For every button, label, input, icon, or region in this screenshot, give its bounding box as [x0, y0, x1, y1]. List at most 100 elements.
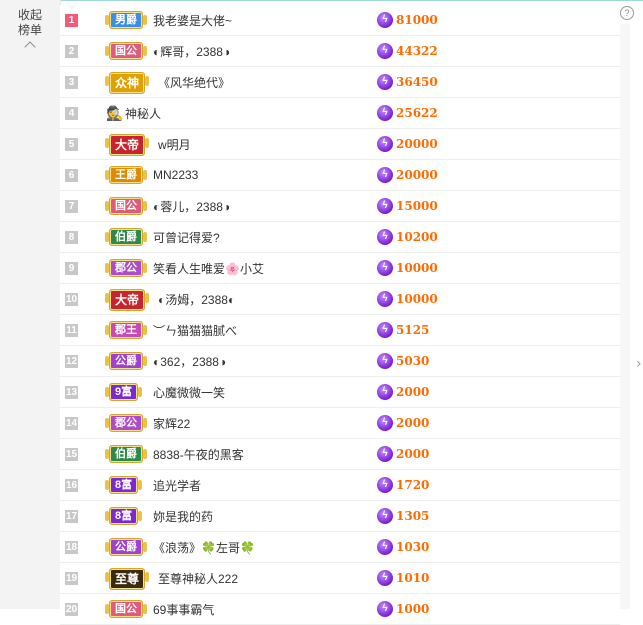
rank-number: 19 [65, 571, 78, 585]
user-name[interactable]: 《风华绝代》 [158, 74, 230, 91]
leaderboard-row[interactable]: 9 郡公 笑看人生唯爱🌸小艾 ϟ 10000 [60, 253, 620, 284]
rank-number: 4 [65, 106, 78, 120]
score-value: 44322 [396, 44, 438, 58]
leaderboard-row[interactable]: 8 伯爵 可曾记得爱? ϟ 10200 [60, 222, 620, 253]
score-value: 2000 [396, 385, 430, 399]
leaderboard-row[interactable]: 16 8富 追光学者 ϟ 1720 [60, 470, 620, 501]
user-name[interactable]: 家辉22 [153, 415, 190, 432]
score-value: 1030 [396, 540, 430, 554]
user-name[interactable]: 至尊神秘人222 [158, 570, 238, 587]
noble-rank-badge: 郡公 [105, 259, 147, 277]
rank-number: 3 [65, 75, 78, 89]
user-name[interactable]: 可曾记得爱? [153, 229, 220, 246]
score-value: 15000 [396, 199, 438, 213]
rank-number: 11 [65, 323, 78, 337]
lightning-coin-icon: ϟ [377, 136, 393, 152]
noble-rank-badge: 公爵 [105, 352, 147, 370]
lightning-coin-icon: ϟ [377, 198, 393, 214]
score-value: 36450 [396, 75, 438, 89]
rank-number: 15 [65, 447, 78, 461]
leaderboard-row[interactable]: 18 公爵 《浪荡》🍀左哥🍀 ϟ 1030 [60, 532, 620, 563]
leaderboard-row[interactable]: 20 国公 69事事霸气 ϟ 1000 [60, 594, 620, 625]
rank-number: 7 [65, 199, 78, 213]
lightning-coin-icon: ϟ [377, 477, 393, 493]
lightning-coin-icon: ϟ [377, 105, 393, 121]
user-name[interactable]: 笑看人生唯爱🌸小艾 [153, 260, 264, 277]
leaderboard-row[interactable]: 13 9富 心魔微微一笑 ϟ 2000 [60, 377, 620, 408]
noble-rank-badge: 男爵 [105, 11, 147, 29]
user-name[interactable]: 神秘人 [125, 105, 161, 122]
noble-rank-badge: 8富 [104, 476, 143, 494]
score-value: 81000 [396, 13, 438, 27]
user-name[interactable]: ◐蓉儿，2388◑ [153, 198, 230, 215]
leaderboard-row[interactable]: 7 国公 ◐蓉儿，2388◑ ϟ 15000 [60, 191, 620, 222]
chevron-right-icon[interactable]: › [636, 356, 642, 372]
leaderboard-row[interactable]: 17 8富 妳是我的药 ϟ 1305 [60, 501, 620, 532]
user-name[interactable]: 8838-午夜的黑客 [153, 446, 244, 463]
score-value: 1305 [396, 509, 430, 523]
rank-number: 14 [65, 416, 78, 430]
lightning-coin-icon: ϟ [377, 415, 393, 431]
score-value: 5125 [396, 323, 430, 337]
lightning-coin-icon: ϟ [377, 229, 393, 245]
user-name[interactable]: 心魔微微一笑 [153, 384, 225, 401]
rank-number: 20 [65, 602, 78, 616]
user-name[interactable]: 69事事霸气 [153, 601, 214, 618]
leaderboard-row[interactable]: 11 郡王 ︶ㄣ猫猫猫腻べ ϟ 5125 [60, 315, 620, 346]
noble-rank-badge: 王爵 [105, 166, 147, 184]
leaderboard-row[interactable]: 15 伯爵 8838-午夜的黑客 ϟ 2000 [60, 439, 620, 470]
user-name[interactable]: 追光学者 [153, 477, 201, 494]
user-name[interactable]: 《浪荡》🍀左哥🍀 [153, 539, 255, 556]
lightning-coin-icon: ϟ [377, 508, 393, 524]
leaderboard-row[interactable]: 10 大帝 ◐汤姆，2388◐ ϟ 10000 [60, 284, 620, 315]
noble-rank-badge: 伯爵 [105, 228, 147, 246]
leaderboard-sidebar: 收起 榜单 [0, 0, 61, 609]
noble-rank-badge: 大帝 [104, 134, 150, 156]
lightning-coin-icon: ϟ [377, 322, 393, 338]
user-name[interactable]: w明月 [158, 136, 191, 153]
rank-number: 5 [65, 137, 78, 151]
leaderboard-row[interactable]: 14 郡公 家辉22 ϟ 2000 [60, 408, 620, 439]
rank-number: 18 [65, 540, 78, 554]
leaderboard-row[interactable]: 3 众神 《风华绝代》 ϟ 36450 [60, 67, 620, 98]
user-name[interactable]: 妳是我的药 [153, 508, 213, 525]
lightning-coin-icon: ϟ [377, 601, 393, 617]
leaderboard-row[interactable]: 4 🕵 神秘人 ϟ 25622 [60, 98, 620, 129]
noble-rank-badge: 大帝 [104, 289, 150, 311]
noble-rank-badge: 郡公 [105, 414, 147, 432]
noble-rank-badge: 国公 [105, 600, 147, 618]
leaderboard-row[interactable]: 1 男爵 我老婆是大佬~ ϟ 81000 [60, 5, 620, 36]
scrollbar[interactable] [620, 24, 630, 609]
leaderboard-row[interactable]: 2 国公 ◐辉哥，2388◑ ϟ 44322 [60, 36, 620, 67]
collapse-leaderboard-button[interactable]: 收起 榜单 [10, 8, 50, 53]
score-value: 20000 [396, 168, 438, 182]
rank-number: 2 [65, 44, 78, 58]
user-name[interactable]: ◐汤姆，2388◐ [158, 291, 235, 308]
leaderboard-row[interactable]: 5 大帝 w明月 ϟ 20000 [60, 129, 620, 160]
user-name[interactable]: MN2233 [153, 168, 198, 182]
help-icon[interactable]: ? [620, 6, 634, 20]
score-value: 2000 [396, 416, 430, 430]
leaderboard-row[interactable]: 12 公爵 ◐362，2388◑ ϟ 5030 [60, 346, 620, 377]
leaderboard-row[interactable]: 19 至尊 至尊神秘人222 ϟ 1010 [60, 563, 620, 594]
noble-rank-badge: 众神 [104, 72, 150, 94]
noble-rank-badge: 郡王 [105, 321, 147, 339]
noble-rank-badge: 9富 [104, 383, 143, 401]
leaderboard-row[interactable]: 6 王爵 MN2233 ϟ 20000 [60, 160, 620, 191]
rank-number: 10 [65, 292, 78, 306]
rank-number: 16 [65, 478, 78, 492]
user-name[interactable]: ◐362，2388◑ [153, 353, 226, 370]
lightning-coin-icon: ϟ [377, 570, 393, 586]
mystery-man-icon: 🕵 [106, 105, 124, 121]
lightning-coin-icon: ϟ [377, 446, 393, 462]
noble-rank-badge: 8富 [104, 507, 143, 525]
rank-number: 13 [65, 385, 78, 399]
rank-number: 9 [65, 261, 78, 275]
score-value: 1720 [396, 478, 430, 492]
user-name[interactable]: 我老婆是大佬~ [153, 12, 232, 29]
user-name[interactable]: ︶ㄣ猫猫猫腻べ [153, 322, 237, 339]
lightning-coin-icon: ϟ [377, 539, 393, 555]
lightning-coin-icon: ϟ [377, 167, 393, 183]
noble-rank-badge: 公爵 [105, 538, 147, 556]
user-name[interactable]: ◐辉哥，2388◑ [153, 43, 230, 60]
